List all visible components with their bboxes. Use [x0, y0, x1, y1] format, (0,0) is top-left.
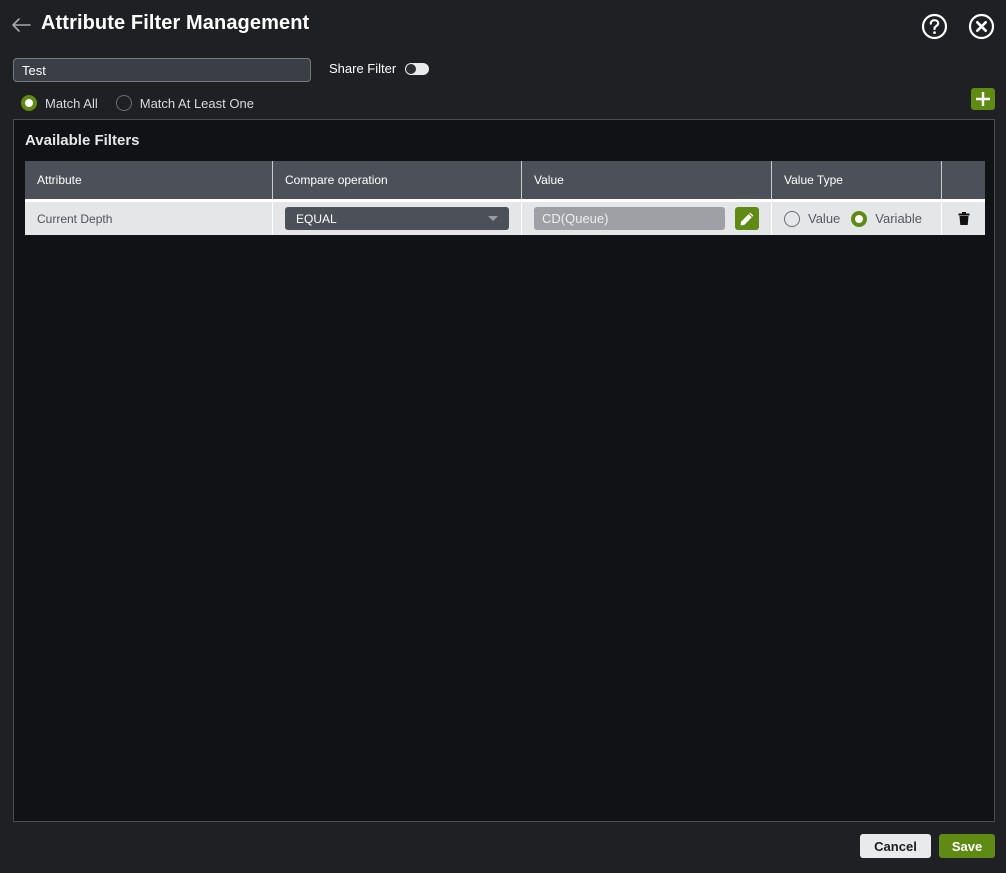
column-header-value: Value: [522, 161, 772, 199]
share-filter-label: Share Filter: [329, 61, 397, 76]
value-type-cell: Value Variable: [772, 202, 942, 235]
match-at-least-one-radio[interactable]: [115, 95, 132, 111]
column-header-attribute: Attribute: [25, 161, 273, 199]
compare-operation-value: EQUAL: [296, 211, 337, 226]
value-type-variable-label: Variable: [875, 211, 923, 226]
trash-icon[interactable]: [958, 212, 970, 225]
page-title: Attribute Filter Management: [41, 12, 310, 34]
compare-cell: EQUAL: [273, 202, 522, 235]
filter-name-input[interactable]: [13, 58, 311, 82]
compare-operation-select[interactable]: EQUAL: [285, 207, 509, 230]
table-header: Attribute Compare operation Value Value …: [25, 161, 985, 202]
arrow-left-icon[interactable]: [10, 14, 32, 36]
close-circle-icon[interactable]: [968, 13, 995, 40]
available-filters-panel: Available Filters Attribute Compare oper…: [13, 119, 995, 822]
value-type-variable-radio[interactable]: [851, 210, 868, 227]
value-type-value-label: Value: [808, 211, 841, 226]
cancel-button[interactable]: Cancel: [860, 834, 931, 858]
column-header-value-type: Value Type: [772, 161, 942, 199]
plus-icon: [976, 92, 990, 106]
share-filter-toggle[interactable]: [405, 63, 429, 75]
match-mode-group: Match All Match At Least One: [21, 94, 272, 112]
attribute-cell: Current Depth: [25, 202, 273, 235]
header: Attribute Filter Management: [0, 0, 1006, 52]
pencil-icon: [740, 212, 754, 225]
chevron-down-icon: [488, 216, 498, 221]
filters-table: Attribute Compare operation Value Value …: [25, 161, 985, 235]
toggle-knob: [406, 64, 416, 74]
question-circle-icon[interactable]: [921, 13, 948, 40]
panel-title: Available Filters: [25, 132, 140, 149]
column-header-compare-operation: Compare operation: [273, 161, 522, 199]
value-input[interactable]: [534, 207, 725, 230]
save-button[interactable]: Save: [939, 834, 995, 858]
table-row: Current Depth EQUAL Value: [25, 202, 985, 235]
value-type-value-radio[interactable]: [784, 210, 800, 227]
column-header-actions: [942, 161, 985, 199]
match-at-least-one-label: Match At Least One: [139, 95, 254, 111]
match-all-radio[interactable]: [21, 95, 37, 111]
match-all-label: Match All: [45, 95, 98, 111]
edit-value-button[interactable]: [735, 207, 759, 230]
value-cell: [522, 202, 772, 235]
actions-cell: [942, 202, 985, 235]
add-filter-button[interactable]: [971, 88, 995, 110]
